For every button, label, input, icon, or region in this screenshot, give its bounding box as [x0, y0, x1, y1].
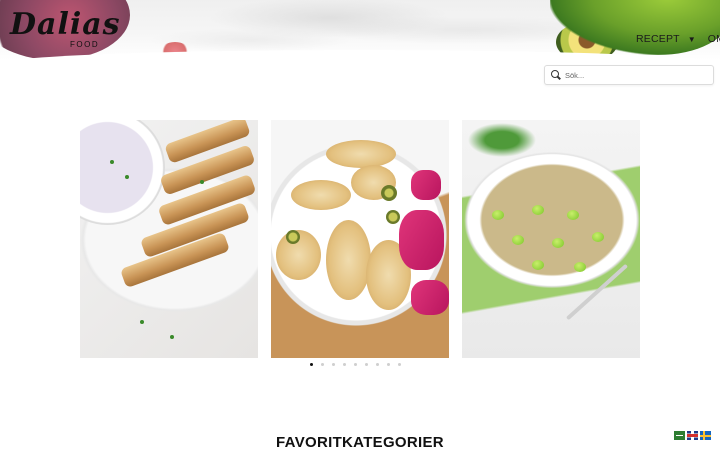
- chevron-down-icon[interactable]: ▼: [688, 35, 696, 44]
- search-icon[interactable]: [545, 66, 565, 84]
- broad-bean-image: [567, 210, 579, 220]
- broad-bean-image: [532, 205, 544, 215]
- herb-garnish: [170, 335, 174, 339]
- broad-bean-image: [592, 232, 604, 242]
- broad-bean-image: [552, 238, 564, 248]
- pepper-slice-image: [386, 210, 400, 224]
- site-logo[interactable]: Dalias FOOD: [10, 8, 130, 52]
- carousel-dot[interactable]: [310, 363, 313, 366]
- carousel-dot[interactable]: [365, 363, 368, 366]
- nav-item-recept[interactable]: RECEPT: [636, 33, 680, 45]
- site-header: Dalias FOOD RECEPT ▼ OM: [0, 0, 720, 60]
- herb-garnish: [125, 175, 129, 179]
- nav-item-om[interactable]: OM: [708, 33, 720, 45]
- carousel-dot[interactable]: [332, 363, 335, 366]
- herb-garnish: [110, 160, 114, 164]
- pickled-onion-image: [411, 170, 441, 200]
- broad-bean-image: [492, 210, 504, 220]
- main-nav: RECEPT ▼ OM: [636, 33, 720, 45]
- section-title: FAVORITKATEGORIER: [276, 434, 444, 450]
- chicken-fillet-image: [326, 220, 371, 300]
- carousel-pagination: [310, 363, 401, 366]
- carousel-dot[interactable]: [398, 363, 401, 366]
- chicken-fillet-image: [326, 140, 396, 168]
- carousel-dot[interactable]: [354, 363, 357, 366]
- uk-flag-icon[interactable]: [687, 431, 698, 440]
- logo-subtitle: FOOD: [70, 40, 100, 49]
- search-input[interactable]: [565, 67, 705, 83]
- pickled-onion-image: [411, 280, 449, 315]
- carousel-slide[interactable]: [271, 120, 449, 358]
- carousel-dot[interactable]: [321, 363, 324, 366]
- search-box: [544, 65, 714, 85]
- broad-bean-image: [574, 262, 586, 272]
- carousel-dot[interactable]: [343, 363, 346, 366]
- carousel-slide[interactable]: [462, 120, 640, 358]
- chicken-fillet-image: [291, 180, 351, 210]
- carousel-dot[interactable]: [387, 363, 390, 366]
- sweden-flag-icon[interactable]: [700, 431, 711, 440]
- dill-image: [462, 120, 542, 160]
- herb-garnish: [200, 180, 204, 184]
- herb-garnish: [140, 320, 144, 324]
- recipe-carousel: [80, 120, 640, 358]
- broad-bean-image: [532, 260, 544, 270]
- logo-script-text: Dalias: [10, 7, 121, 42]
- language-switcher: [674, 431, 711, 440]
- pickled-onion-image: [399, 210, 444, 270]
- broad-bean-image: [512, 235, 524, 245]
- pepper-slice-image: [381, 185, 397, 201]
- rice-plate-image: [462, 150, 640, 290]
- carousel-slide[interactable]: [80, 120, 258, 358]
- saudi-flag-icon[interactable]: [674, 431, 685, 440]
- pepper-slice-image: [286, 230, 300, 244]
- carousel-dot[interactable]: [376, 363, 379, 366]
